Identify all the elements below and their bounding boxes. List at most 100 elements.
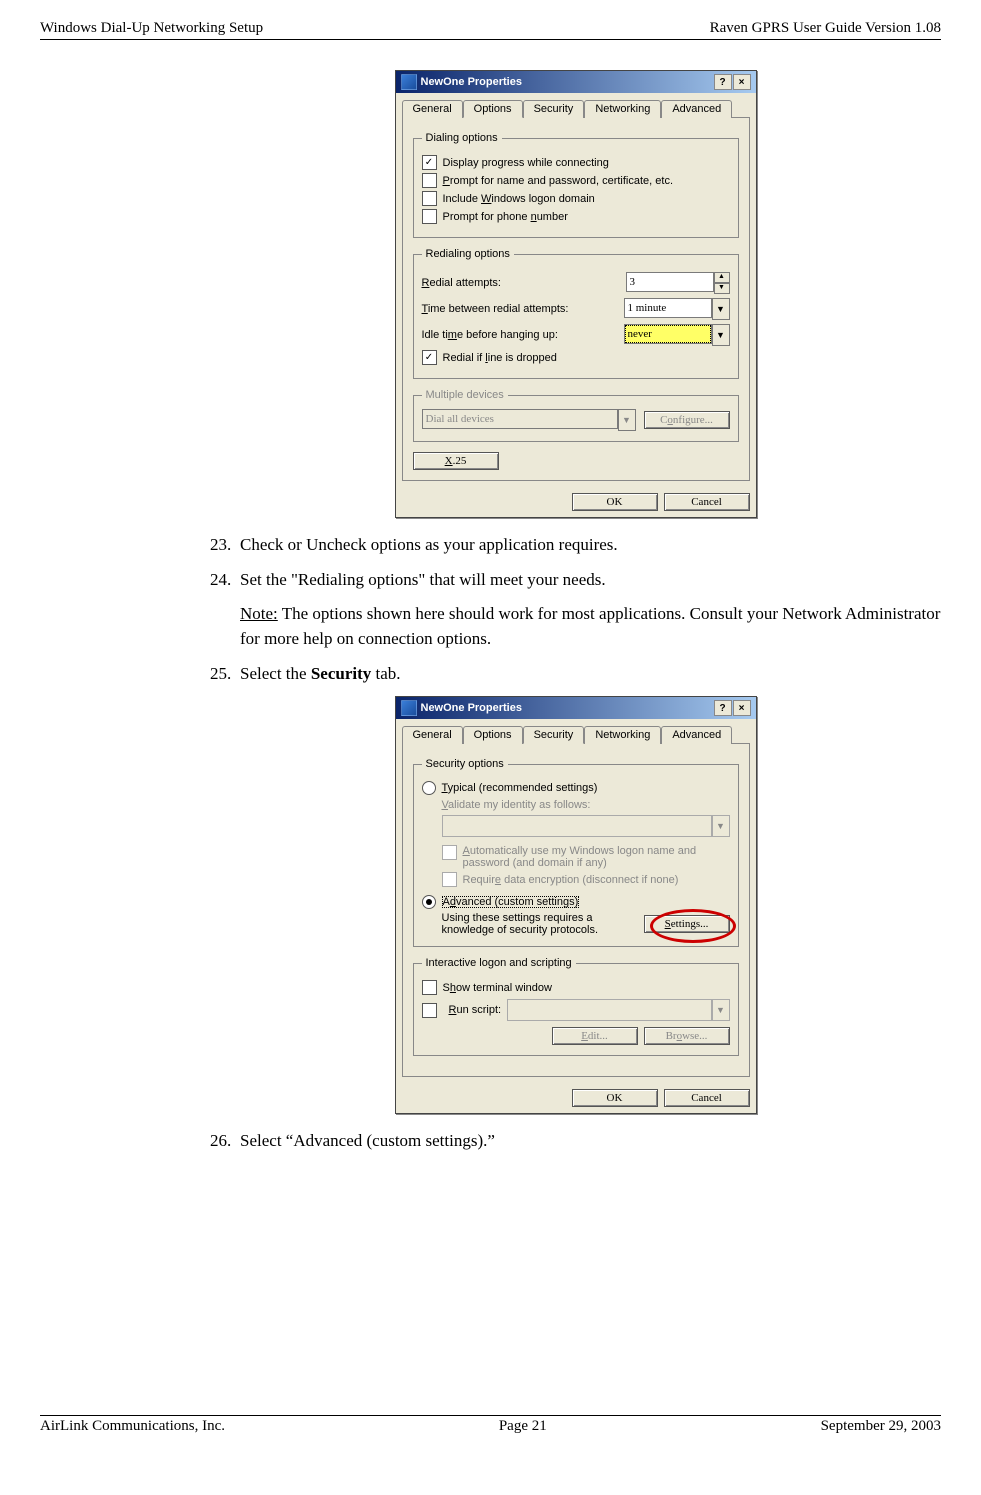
tab-security[interactable]: Security [523, 726, 585, 744]
prompt-name-label: Prompt for name and password, certificat… [443, 175, 674, 187]
idle-time-input[interactable] [624, 324, 712, 344]
prompt-phone-checkbox[interactable] [422, 209, 437, 224]
dialing-options-legend: Dialing options [422, 132, 502, 144]
help-button[interactable]: ? [714, 700, 732, 716]
show-terminal-checkbox[interactable] [422, 980, 437, 995]
prompt-phone-label: Prompt for phone number [443, 211, 568, 223]
options-dialog-titlebar[interactable]: NewOne Properties ? × [396, 71, 756, 93]
idle-time-combo[interactable]: ▼ [624, 324, 730, 346]
app-icon [401, 700, 417, 716]
step-24-text: Set the "Redialing options" that will me… [240, 570, 606, 589]
advanced-radio[interactable] [422, 895, 436, 909]
dialog-button-row: OK Cancel [396, 1083, 756, 1113]
step-23-number: 23. [210, 533, 240, 558]
footer-right: September 29, 2003 [821, 1418, 941, 1435]
settings-button[interactable]: Settings... [644, 915, 730, 933]
dialing-options-group: Dialing options Display progress while c… [413, 132, 739, 238]
time-between-input[interactable] [624, 298, 712, 318]
interactive-logon-group: Interactive logon and scripting Show ter… [413, 957, 739, 1056]
app-icon [401, 74, 417, 90]
step-25-number: 25. [210, 662, 240, 687]
page-header: Windows Dial-Up Networking Setup Raven G… [40, 20, 941, 40]
options-dialog-title: NewOne Properties [421, 76, 522, 88]
help-button[interactable]: ? [714, 74, 732, 90]
tab-advanced[interactable]: Advanced [661, 100, 732, 118]
header-right: Raven GPRS User Guide Version 1.08 [710, 20, 941, 37]
step-26-text: Select “Advanced (custom settings).” [240, 1131, 495, 1150]
typical-radio-label: Typical (recommended settings) [442, 782, 598, 794]
tab-advanced[interactable]: Advanced [661, 726, 732, 744]
chevron-down-icon[interactable]: ▼ [712, 324, 730, 346]
page: Windows Dial-Up Networking Setup Raven G… [0, 0, 981, 1455]
tab-strip: General Options Security Networking Adva… [396, 93, 756, 117]
prompt-name-checkbox[interactable] [422, 173, 437, 188]
configure-button: Configure... [644, 411, 730, 429]
tab-strip: General Options Security Networking Adva… [396, 719, 756, 743]
step-24-number: 24. [210, 568, 240, 593]
step-23-text: Check or Uncheck options as your applica… [240, 535, 618, 554]
security-dialog-titlebar[interactable]: NewOne Properties ? × [396, 697, 756, 719]
display-progress-label: Display progress while connecting [443, 157, 609, 169]
redial-dropped-label: Redial if line is dropped [443, 352, 557, 364]
interactive-logon-legend: Interactive logon and scripting [422, 957, 576, 969]
step-24: 24.Set the "Redialing options" that will… [210, 568, 941, 593]
dialog-button-row: OK Cancel [396, 487, 756, 517]
spinner-down-icon[interactable]: ▼ [714, 283, 730, 294]
step-25-bold: Security [311, 664, 371, 683]
security-options-group: Security options Typical (recommended se… [413, 758, 739, 947]
redialing-options-group: Redialing options Redial attempts: ▲▼ Ti… [413, 248, 739, 379]
require-encryption-label: Require data encryption (disconnect if n… [463, 874, 679, 886]
run-script-label: Run script: [449, 1004, 502, 1016]
tab-networking[interactable]: Networking [584, 726, 661, 744]
redial-attempts-spinner[interactable]: ▲▼ [626, 272, 730, 294]
security-dialog: NewOne Properties ? × General Options Se… [395, 696, 757, 1114]
content-area: NewOne Properties ? × General Options Se… [210, 70, 941, 1154]
tab-options[interactable]: Options [463, 100, 523, 118]
include-domain-label: Include Windows logon domain [443, 193, 595, 205]
security-options-legend: Security options [422, 758, 508, 770]
chevron-down-icon: ▼ [618, 409, 636, 431]
close-button[interactable]: × [733, 700, 751, 716]
idle-time-label: Idle time before hanging up: [422, 329, 624, 341]
validate-input [442, 815, 712, 837]
spinner-up-icon[interactable]: ▲ [714, 272, 730, 283]
chevron-down-icon[interactable]: ▼ [712, 298, 730, 320]
x25-button[interactable]: X.25 [413, 452, 499, 470]
time-between-label: Time between redial attempts: [422, 303, 624, 315]
cancel-button[interactable]: Cancel [664, 493, 750, 511]
header-left: Windows Dial-Up Networking Setup [40, 20, 263, 37]
run-script-checkbox[interactable] [422, 1003, 437, 1018]
redial-attempts-input[interactable] [626, 272, 714, 292]
footer-left: AirLink Communications, Inc. [40, 1418, 225, 1435]
redial-dropped-checkbox[interactable] [422, 350, 437, 365]
chevron-down-icon: ▼ [712, 815, 730, 837]
include-domain-checkbox[interactable] [422, 191, 437, 206]
edit-button: Edit... [552, 1027, 638, 1045]
time-between-combo[interactable]: ▼ [624, 298, 730, 320]
advanced-note: Using these settings requires a knowledg… [442, 912, 636, 936]
display-progress-checkbox[interactable] [422, 155, 437, 170]
ok-button[interactable]: OK [572, 493, 658, 511]
typical-radio[interactable] [422, 781, 436, 795]
advanced-radio-label: Advanced (custom settings) [442, 896, 580, 908]
validate-label: Validate my identity as follows: [442, 799, 730, 811]
close-button[interactable]: × [733, 74, 751, 90]
step-26: 26.Select “Advanced (custom settings).” [210, 1129, 941, 1154]
tab-options[interactable]: Options [463, 726, 523, 744]
note-label: Note: [240, 604, 278, 623]
auto-logon-checkbox [442, 845, 457, 860]
tab-security[interactable]: Security [523, 100, 585, 118]
step-23: 23.Check or Uncheck options as your appl… [210, 533, 941, 558]
browse-button: Browse... [644, 1027, 730, 1045]
tab-networking[interactable]: Networking [584, 100, 661, 118]
cancel-button[interactable]: Cancel [664, 1089, 750, 1107]
multiple-devices-group: Multiple devices ▼ Configure... [413, 389, 739, 442]
step-25: 25.Select the Security tab. [210, 662, 941, 687]
run-script-combo: ▼ [507, 999, 729, 1021]
tab-general[interactable]: General [402, 726, 463, 744]
multiple-devices-legend: Multiple devices [422, 389, 508, 401]
ok-button[interactable]: OK [572, 1089, 658, 1107]
validate-combo: ▼ [442, 815, 730, 837]
tab-general[interactable]: General [402, 100, 463, 118]
require-encryption-checkbox [442, 872, 457, 887]
